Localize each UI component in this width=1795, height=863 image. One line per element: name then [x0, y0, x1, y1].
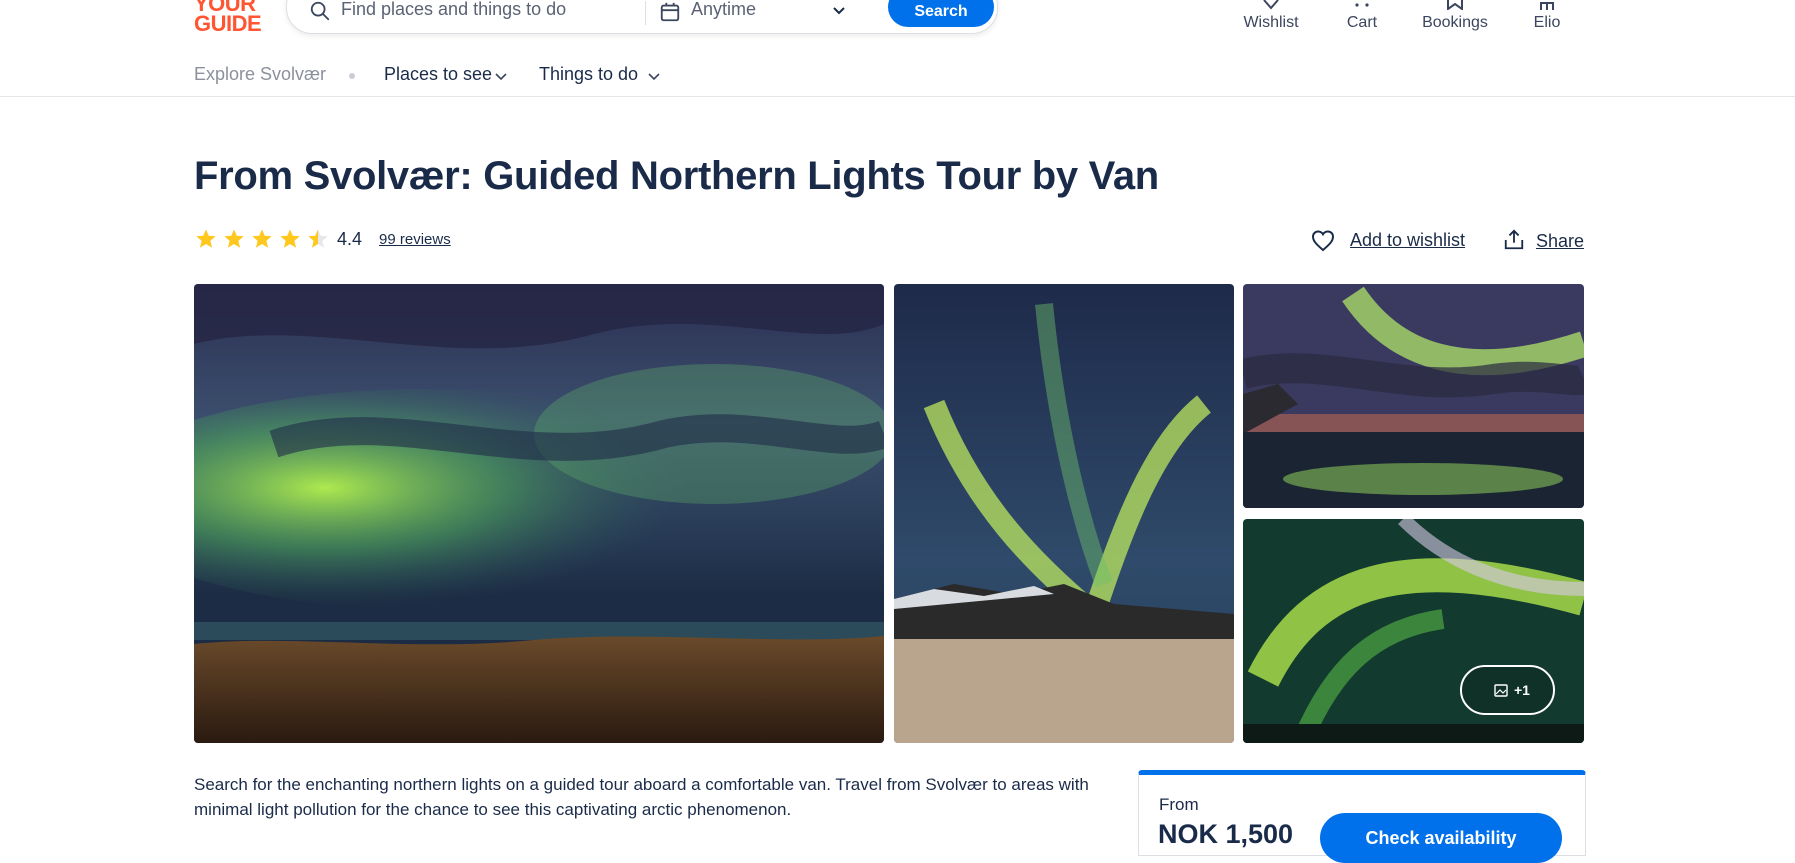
- star-icon: [252, 229, 272, 248]
- date-picker[interactable]: Anytime: [691, 0, 756, 20]
- search-input[interactable]: [341, 0, 671, 20]
- logo-line-2: GUIDE: [194, 11, 262, 36]
- breadcrumb-explore[interactable]: Explore Svolvær: [194, 64, 326, 85]
- share-icon: [1504, 229, 1524, 250]
- nav-account-label: Elio: [1533, 14, 1561, 31]
- booking-card: From NOK 1,500 Check availability: [1138, 770, 1586, 863]
- star-icon: [280, 229, 300, 248]
- nav-cart[interactable]: Cart: [1337, 0, 1387, 40]
- nav-wishlist-label: Wishlist: [1243, 14, 1299, 31]
- more-photos-button[interactable]: +1: [1460, 665, 1555, 715]
- menu-things-to-do[interactable]: Things to do: [539, 64, 638, 85]
- search-button[interactable]: Search: [888, 0, 994, 27]
- activity-description: Search for the enchanting northern light…: [194, 775, 1089, 819]
- add-to-wishlist-label: Add to wishlist: [1350, 230, 1466, 250]
- gallery-photo-2[interactable]: [894, 284, 1234, 743]
- aurora-photo-image: [1243, 284, 1584, 508]
- price-from-label: From: [1159, 795, 1199, 814]
- gallery-photo-3[interactable]: [1243, 284, 1584, 508]
- chevron-down-icon[interactable]: [494, 72, 508, 81]
- cart-icon: [1355, 3, 1369, 7]
- aurora-photo-image: [194, 284, 884, 743]
- nav-account[interactable]: Elio: [1525, 0, 1569, 40]
- calendar-icon: [660, 2, 680, 22]
- share-label: Share: [1536, 231, 1585, 251]
- gallery-photo-main[interactable]: [194, 284, 884, 743]
- search-bar: Anytime Search: [286, 0, 998, 34]
- nav-bookings-label: Bookings: [1422, 14, 1488, 31]
- rating-value: 4.4: [337, 229, 363, 249]
- more-photos-count: +1: [1514, 682, 1530, 698]
- price-value: NOK 1,500: [1158, 819, 1294, 849]
- aurora-photo-image: [894, 284, 1234, 743]
- heart-icon: [1263, 0, 1279, 10]
- star-icon: [224, 229, 244, 248]
- separator-dot: [349, 73, 355, 79]
- chevron-down-icon[interactable]: [647, 72, 661, 81]
- page-title: From Svolvær: Guided Northern Lights Tou…: [194, 154, 1159, 198]
- nav-wishlist[interactable]: Wishlist: [1236, 0, 1306, 40]
- heart-icon: [1311, 230, 1335, 252]
- chevron-down-icon[interactable]: [831, 5, 847, 17]
- user-icon: [1540, 2, 1554, 10]
- menu-places-to-see[interactable]: Places to see: [384, 64, 492, 85]
- search-icon: [310, 1, 330, 21]
- reviews-link[interactable]: 99 reviews: [379, 231, 451, 248]
- logo[interactable]: YOUR GUIDE: [194, 0, 264, 36]
- star-icon: [196, 229, 216, 248]
- image-icon: [1494, 684, 1508, 697]
- nav-cart-label: Cart: [1346, 14, 1378, 31]
- half-star-icon: [308, 229, 328, 248]
- search-divider: [645, 1, 646, 25]
- site-header: YOUR GUIDE Anytime Search Wishlist Cart …: [0, 0, 1795, 97]
- nav-bookings[interactable]: Bookings: [1416, 0, 1494, 40]
- check-availability-button[interactable]: Check availability: [1320, 813, 1562, 863]
- bookmark-icon: [1447, 0, 1463, 10]
